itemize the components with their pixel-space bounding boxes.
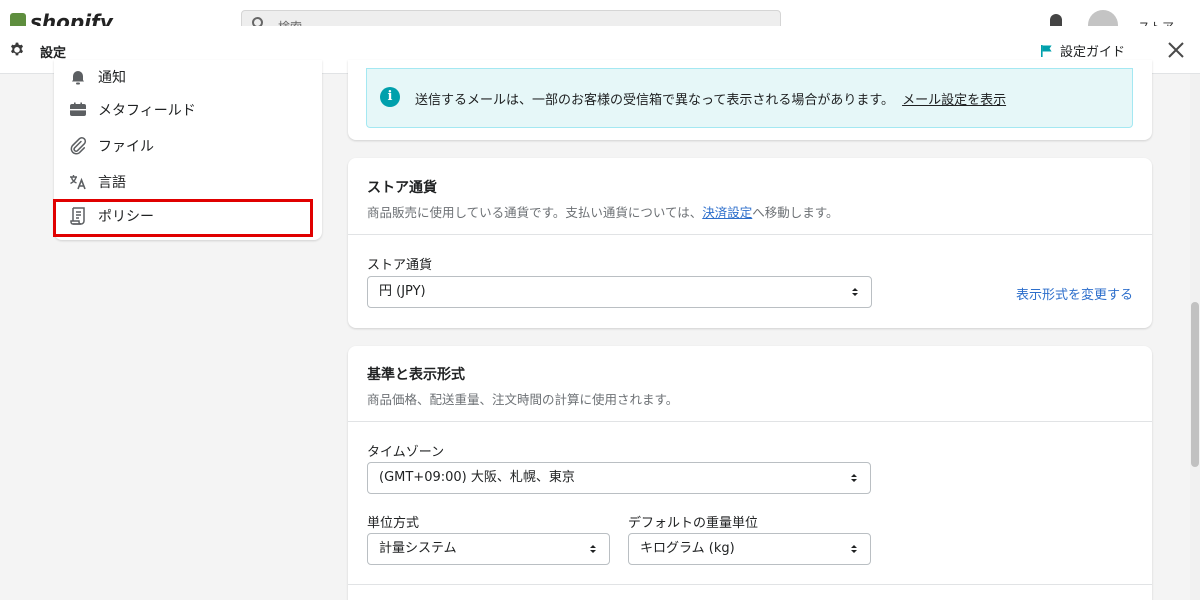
email-settings-link[interactable]: メール設定を表示: [902, 93, 1006, 108]
divider: [348, 421, 1152, 422]
scrollbar-thumb[interactable]: [1191, 302, 1199, 467]
unit-system-label: 単位方式: [367, 516, 420, 531]
admin-top-bar: shopify 検索 ストア: [0, 0, 1200, 26]
shopify-logo: shopify: [10, 10, 113, 26]
paperclip-icon: [68, 136, 88, 156]
policy-document-icon: [68, 206, 88, 226]
select-arrows-icon: [852, 288, 858, 296]
unit-system-select[interactable]: 計量システム: [367, 533, 610, 565]
sidebar-item-files[interactable]: ファイル: [68, 131, 154, 161]
info-banner-text: 送信するメールは、一部のお客様の受信箱で異なって表示される場合があります。 メール…: [415, 93, 1007, 108]
select-arrows-icon: [851, 474, 857, 482]
search-icon: [252, 17, 263, 26]
sidebar-item-label: 言語: [98, 175, 126, 191]
info-banner: i 送信するメールは、一部のお客様の受信箱で異なって表示される場合があります。メ…: [366, 68, 1133, 128]
store-currency-title: ストア通貨: [367, 180, 437, 196]
gear-icon: [11, 42, 23, 56]
timezone-select[interactable]: (GMT+09:00) 大阪、札幌、東京: [367, 462, 871, 494]
divider: [348, 584, 1152, 585]
setup-guide-button[interactable]: 設定ガイド: [1040, 41, 1125, 60]
standards-title: 基準と表示形式: [367, 367, 465, 383]
metafields-icon: [68, 100, 88, 120]
select-arrows-icon: [851, 545, 857, 553]
store-currency-description: 商品販売に使用している通貨です。支払い通貨については、決済設定へ移動します。: [367, 205, 839, 220]
sidebar-item-label: 通知: [98, 70, 126, 86]
standards-description: 商品価格、配送重量、注文時間の計算に使用されます。: [367, 392, 679, 407]
shopify-bag-icon: [10, 13, 26, 26]
sidebar-item-languages[interactable]: 言語: [68, 167, 126, 197]
standards-formats-card: 基準と表示形式 商品価格、配送重量、注文時間の計算に使用されます。 タイムゾーン…: [348, 346, 1152, 600]
divider: [348, 234, 1152, 235]
sidebar-item-label: ファイル: [98, 139, 154, 155]
admin-search-bar[interactable]: 検索: [241, 10, 781, 26]
notification-bell-icon[interactable]: [1050, 14, 1062, 26]
sidebar-item-policies[interactable]: ポリシー: [68, 201, 154, 231]
change-format-link[interactable]: 表示形式を変更する: [1016, 284, 1133, 303]
translate-icon: [68, 172, 88, 192]
page-scrollbar[interactable]: [1190, 74, 1200, 600]
timezone-label: タイムゾーン: [367, 445, 445, 460]
flag-icon: [1041, 44, 1052, 57]
sidebar-item-metafields[interactable]: メタフィールド: [68, 95, 196, 125]
store-currency-select[interactable]: 円 (JPY): [367, 276, 872, 308]
close-icon[interactable]: [1164, 38, 1188, 62]
setup-guide-label: 設定ガイド: [1060, 45, 1126, 60]
settings-sidebar: 通知 メタフィールド ファイル 言語 ポリシー: [54, 60, 322, 240]
store-name: ストア: [1138, 18, 1174, 26]
default-weight-label: デフォルトの重量単位: [628, 516, 759, 531]
sidebar-item-label: メタフィールド: [98, 103, 196, 119]
info-icon: i: [380, 87, 400, 107]
notification-notice-card: i 送信するメールは、一部のお客様の受信箱で異なって表示される場合があります。メ…: [348, 60, 1152, 140]
default-weight-select[interactable]: キログラム (kg): [628, 533, 871, 565]
store-currency-card: ストア通貨 商品販売に使用している通貨です。支払い通貨については、決済設定へ移動…: [348, 158, 1152, 328]
select-arrows-icon: [590, 545, 596, 553]
store-currency-field-label: ストア通貨: [367, 258, 433, 273]
sidebar-item-label: ポリシー: [98, 209, 154, 225]
avatar[interactable]: [1088, 10, 1118, 26]
search-placeholder: 検索: [278, 18, 302, 26]
payment-settings-link[interactable]: 決済設定: [702, 205, 752, 220]
page-title: 設定: [40, 46, 67, 61]
sidebar-item-notifications[interactable]: 通知: [68, 62, 126, 92]
bell-icon: [68, 67, 88, 87]
